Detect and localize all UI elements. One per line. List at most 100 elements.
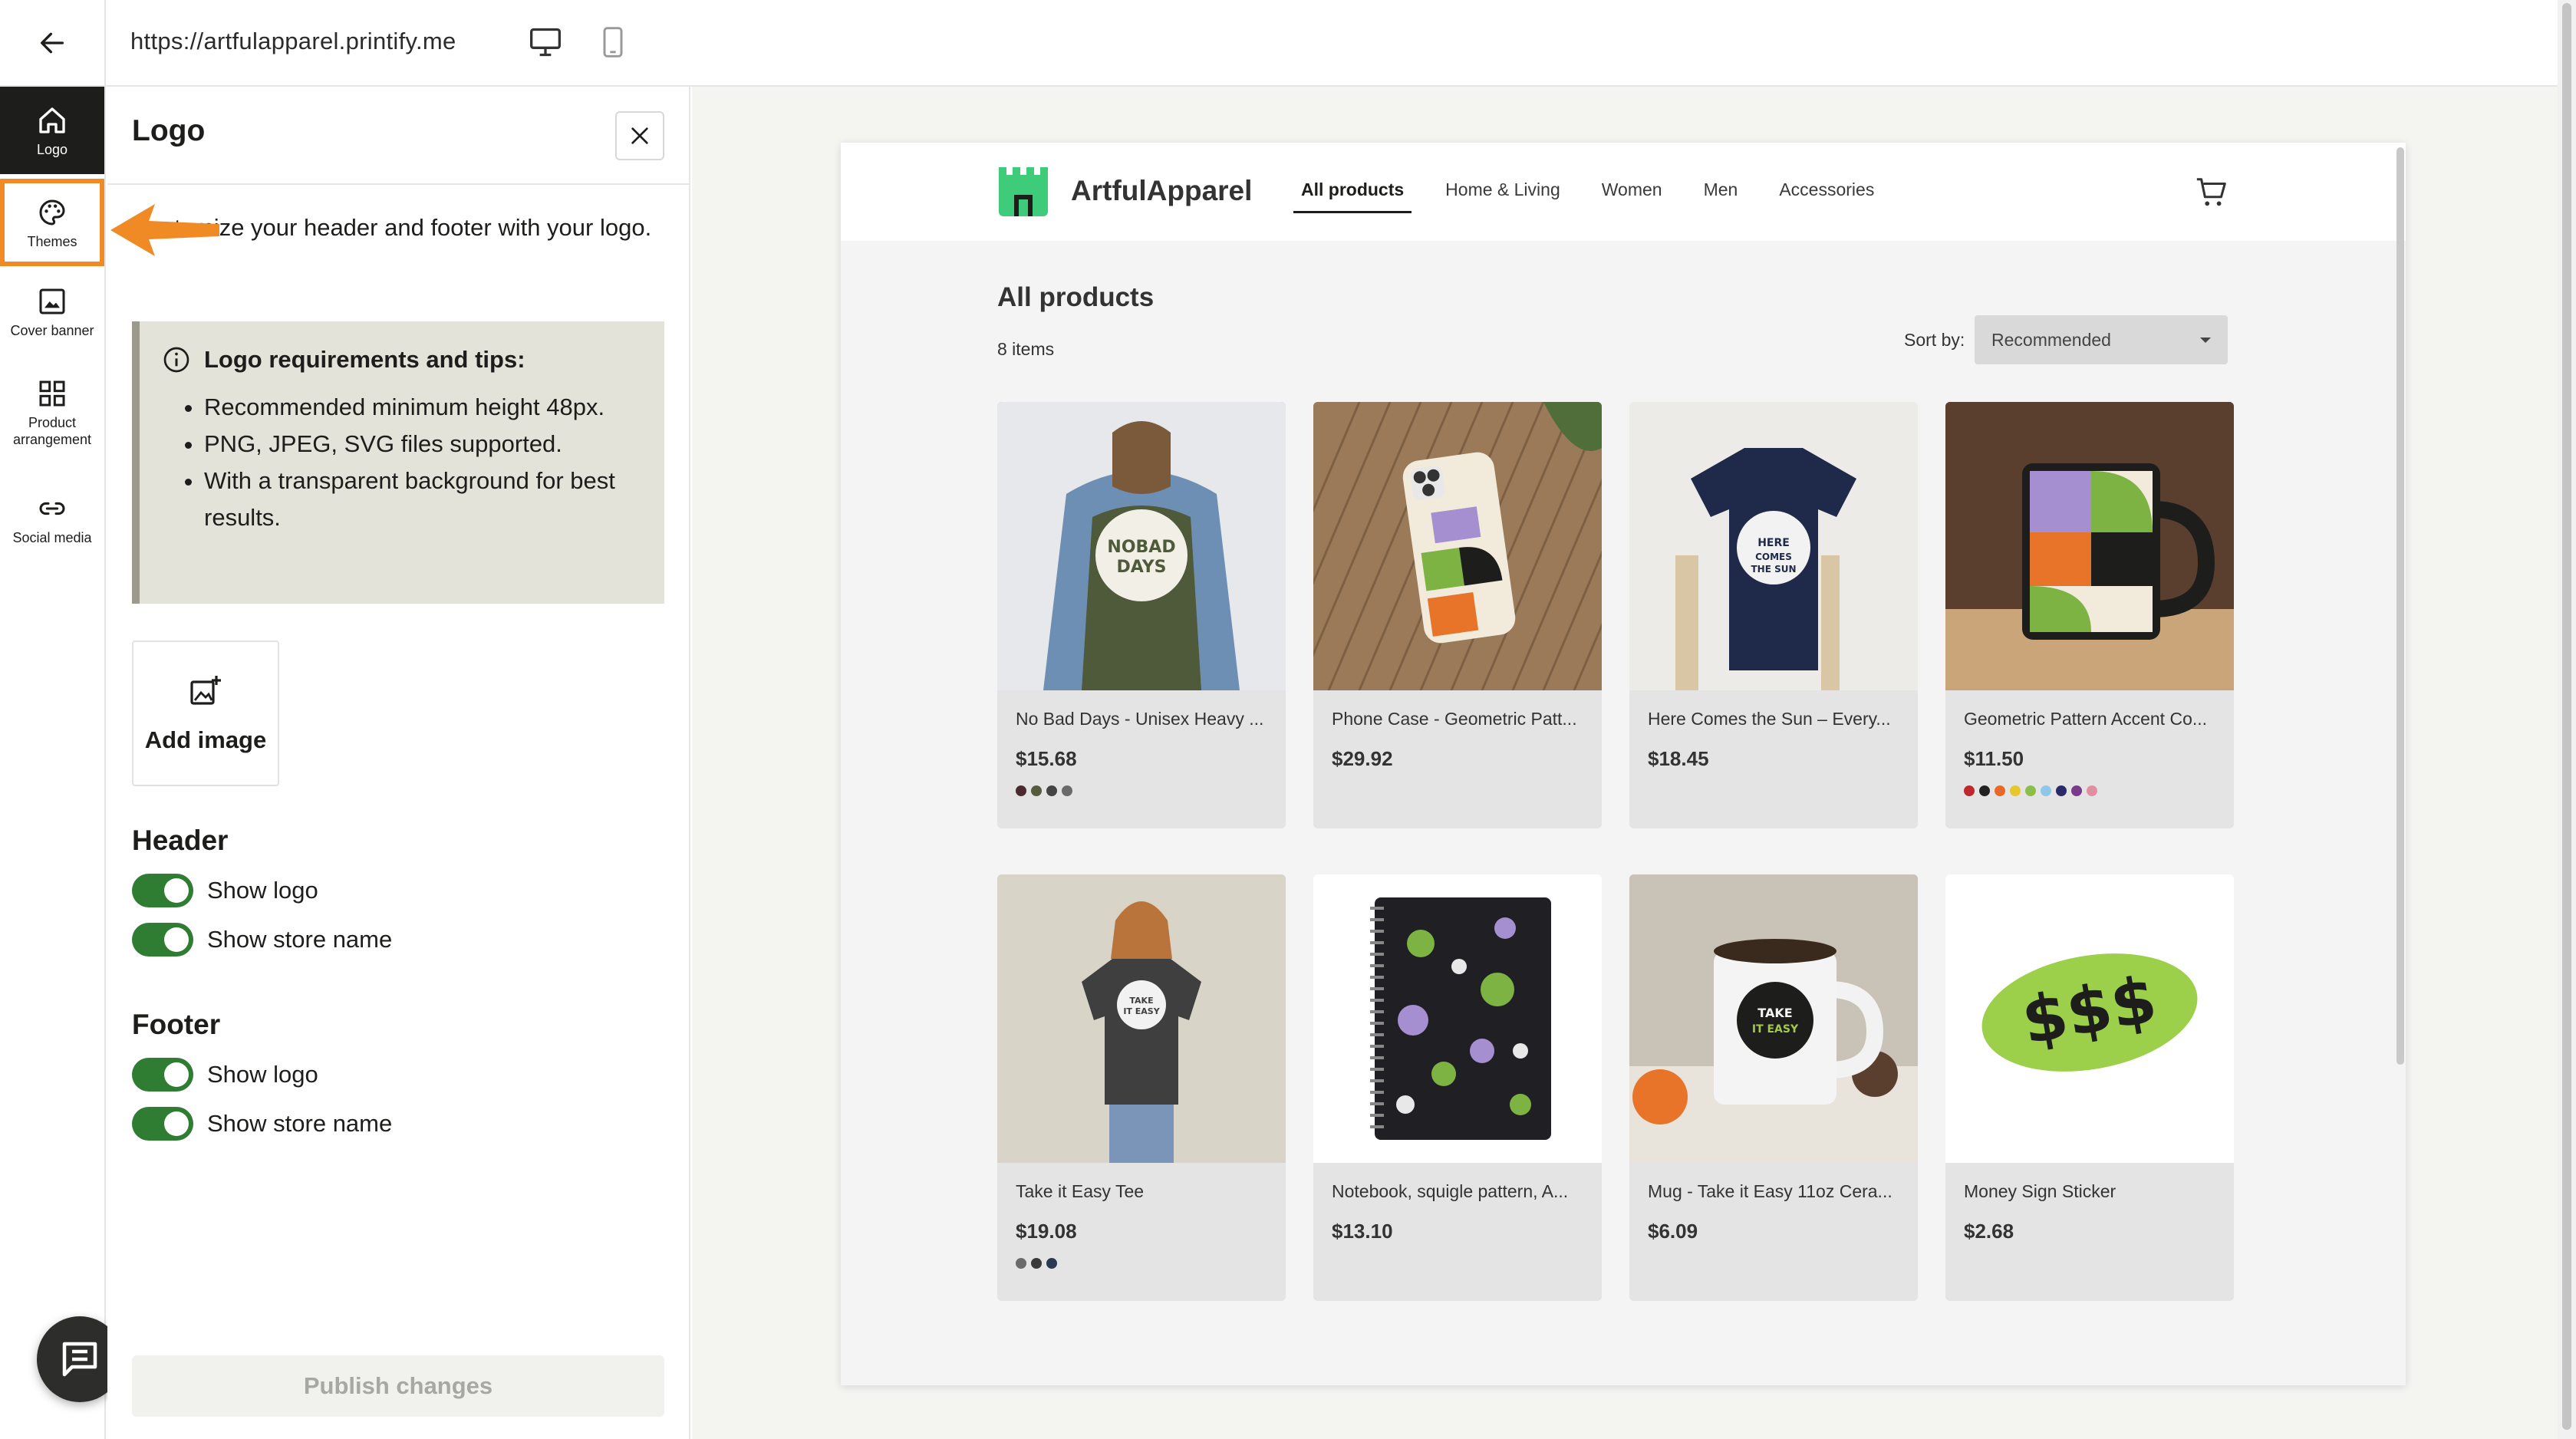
product-card[interactable]: TAKE IT EASY Take it Easy Tee $19.08 bbox=[997, 874, 1286, 1301]
header-show-store-name-row: Show store name bbox=[132, 923, 392, 957]
footer-show-logo-toggle[interactable] bbox=[132, 1058, 193, 1092]
color-swatch[interactable] bbox=[2010, 785, 2021, 796]
product-title[interactable]: Phone Case - Geometric Patt... bbox=[1332, 709, 1586, 729]
color-swatch[interactable] bbox=[2025, 785, 2036, 796]
close-button[interactable] bbox=[615, 111, 664, 160]
add-image-label: Add image bbox=[144, 726, 267, 753]
nav-home-living[interactable]: Home & Living bbox=[1438, 179, 1568, 213]
store-url[interactable]: https://artfulapparel.printify.me bbox=[130, 28, 456, 55]
add-image-button[interactable]: Add image bbox=[132, 640, 279, 786]
header-section-title: Header bbox=[132, 825, 229, 856]
logo-settings-panel: Logo Customize your header and footer wi… bbox=[107, 87, 690, 1439]
link-icon bbox=[39, 502, 65, 515]
color-swatch[interactable] bbox=[2071, 785, 2082, 796]
rail-item-product-arrangement[interactable]: Product arrangement bbox=[0, 378, 104, 470]
product-image[interactable] bbox=[1313, 874, 1602, 1163]
product-price: $2.68 bbox=[1964, 1220, 2014, 1243]
publish-changes-button[interactable]: Publish changes bbox=[132, 1355, 664, 1417]
color-swatch[interactable] bbox=[1016, 785, 1026, 796]
cart-icon[interactable] bbox=[2194, 175, 2229, 210]
product-card[interactable]: TAKE IT EASY Mug - Take it Easy 11oz Cer… bbox=[1629, 874, 1918, 1301]
tip-item: PNG, JPEG, SVG files supported. bbox=[204, 426, 643, 463]
tips-title: Logo requirements and tips: bbox=[204, 346, 525, 373]
product-title[interactable]: Notebook, squigle pattern, A... bbox=[1332, 1181, 1586, 1202]
product-image[interactable]: HERE COMES THE SUN bbox=[1629, 402, 1918, 690]
color-swatch[interactable] bbox=[1031, 1258, 1042, 1269]
color-swatch[interactable] bbox=[1995, 785, 2005, 796]
product-title[interactable]: Take it Easy Tee bbox=[1016, 1181, 1270, 1202]
nav-all-products[interactable]: All products bbox=[1293, 179, 1412, 213]
product-image[interactable]: NOBAD DAYS bbox=[997, 402, 1286, 690]
desktop-icon bbox=[530, 28, 561, 57]
product-photo bbox=[1945, 402, 2234, 690]
grid-icon bbox=[39, 380, 65, 407]
nav-accessories[interactable]: Accessories bbox=[1771, 179, 1882, 213]
nav-women[interactable]: Women bbox=[1594, 179, 1670, 213]
header-show-logo-row: Show logo bbox=[132, 874, 318, 907]
preview-scrollbar[interactable] bbox=[2396, 147, 2404, 1065]
rail-item-themes[interactable]: Themes bbox=[0, 179, 104, 266]
svg-text:NOBAD: NOBAD bbox=[1107, 538, 1175, 557]
product-image[interactable]: TAKE IT EASY bbox=[997, 874, 1286, 1163]
product-card[interactable]: Notebook, squigle pattern, A... $13.10 bbox=[1313, 874, 1602, 1301]
product-image[interactable]: $$$ bbox=[1945, 874, 2234, 1163]
header-show-store-name-toggle[interactable] bbox=[132, 923, 193, 957]
rail-item-social-media[interactable]: Social media bbox=[0, 493, 104, 570]
color-swatch[interactable] bbox=[2087, 785, 2097, 796]
color-swatch[interactable] bbox=[2056, 785, 2067, 796]
product-price: $11.50 bbox=[1964, 747, 2024, 770]
toggle-label: Show logo bbox=[207, 877, 318, 904]
product-title[interactable]: Mug - Take it Easy 11oz Cera... bbox=[1648, 1181, 1902, 1202]
back-button[interactable] bbox=[0, 0, 106, 85]
product-photo bbox=[1313, 874, 1602, 1163]
product-title[interactable]: Geometric Pattern Accent Co... bbox=[1964, 709, 2219, 729]
product-price: $15.68 bbox=[1016, 747, 1077, 770]
nav-men[interactable]: Men bbox=[1696, 179, 1746, 213]
sort-select[interactable]: Recommended bbox=[1975, 315, 2228, 364]
rail-item-label: Themes bbox=[27, 234, 77, 249]
store-preview: ArtfulApparel All products Home & Living… bbox=[841, 143, 2406, 1385]
product-photo: $$$ bbox=[1945, 874, 2234, 1163]
desktop-view-button[interactable] bbox=[526, 23, 565, 61]
product-card[interactable]: Geometric Pattern Accent Co... $11.50 bbox=[1945, 402, 2234, 828]
color-swatch[interactable] bbox=[2041, 785, 2051, 796]
add-image-icon bbox=[190, 676, 221, 705]
color-swatch[interactable] bbox=[1062, 785, 1072, 796]
color-swatch[interactable] bbox=[1964, 785, 1975, 796]
svg-text:IT EASY: IT EASY bbox=[1752, 1023, 1799, 1036]
rail-item-logo[interactable]: Logo bbox=[0, 87, 104, 174]
color-swatches bbox=[1016, 1258, 1062, 1269]
color-swatches bbox=[1964, 785, 2102, 796]
color-swatch[interactable] bbox=[1031, 785, 1042, 796]
page-scrollbar[interactable] bbox=[2558, 0, 2576, 1439]
product-image[interactable]: TAKE IT EASY bbox=[1629, 874, 1918, 1163]
store-name[interactable]: ArtfulApparel bbox=[1071, 175, 1252, 207]
product-title[interactable]: Here Comes the Sun – Every... bbox=[1648, 709, 1902, 729]
product-card[interactable]: $$$ Money Sign Sticker $2.68 bbox=[1945, 874, 2234, 1301]
rail-item-label: Logo bbox=[36, 142, 68, 157]
footer-show-store-name-toggle[interactable] bbox=[132, 1107, 193, 1141]
color-swatch[interactable] bbox=[1046, 785, 1057, 796]
svg-text:HERE: HERE bbox=[1757, 537, 1790, 549]
product-title[interactable]: Money Sign Sticker bbox=[1964, 1181, 2219, 1202]
tip-item: Recommended minimum height 48px. bbox=[204, 389, 643, 426]
header-show-logo-toggle[interactable] bbox=[132, 874, 193, 907]
store-header: ArtfulApparel All products Home & Living… bbox=[841, 143, 2406, 241]
product-title[interactable]: No Bad Days - Unisex Heavy ... bbox=[1016, 709, 1270, 729]
product-card[interactable]: Phone Case - Geometric Patt... $29.92 bbox=[1313, 402, 1602, 828]
color-swatch[interactable] bbox=[1979, 785, 1990, 796]
product-card[interactable]: NOBAD DAYS No Bad Days - Unisex Heavy ..… bbox=[997, 402, 1286, 828]
color-swatch[interactable] bbox=[1016, 1258, 1026, 1269]
color-swatch[interactable] bbox=[1046, 1258, 1057, 1269]
scrollbar-thumb[interactable] bbox=[2562, 3, 2571, 1430]
product-image[interactable] bbox=[1313, 402, 1602, 690]
rail-item-cover-banner[interactable]: Cover banner bbox=[0, 286, 104, 363]
product-image[interactable] bbox=[1945, 402, 2234, 690]
panel-title: Logo bbox=[132, 114, 206, 147]
product-card[interactable]: HERE COMES THE SUN Here Comes the Sun – … bbox=[1629, 402, 1918, 828]
toggle-label: Show store name bbox=[207, 926, 393, 953]
store-logo-icon[interactable] bbox=[997, 166, 1049, 218]
svg-text:IT EASY: IT EASY bbox=[1123, 1006, 1160, 1016]
tip-item: With a transparent background for best r… bbox=[204, 463, 643, 536]
mobile-view-button[interactable] bbox=[594, 23, 632, 61]
